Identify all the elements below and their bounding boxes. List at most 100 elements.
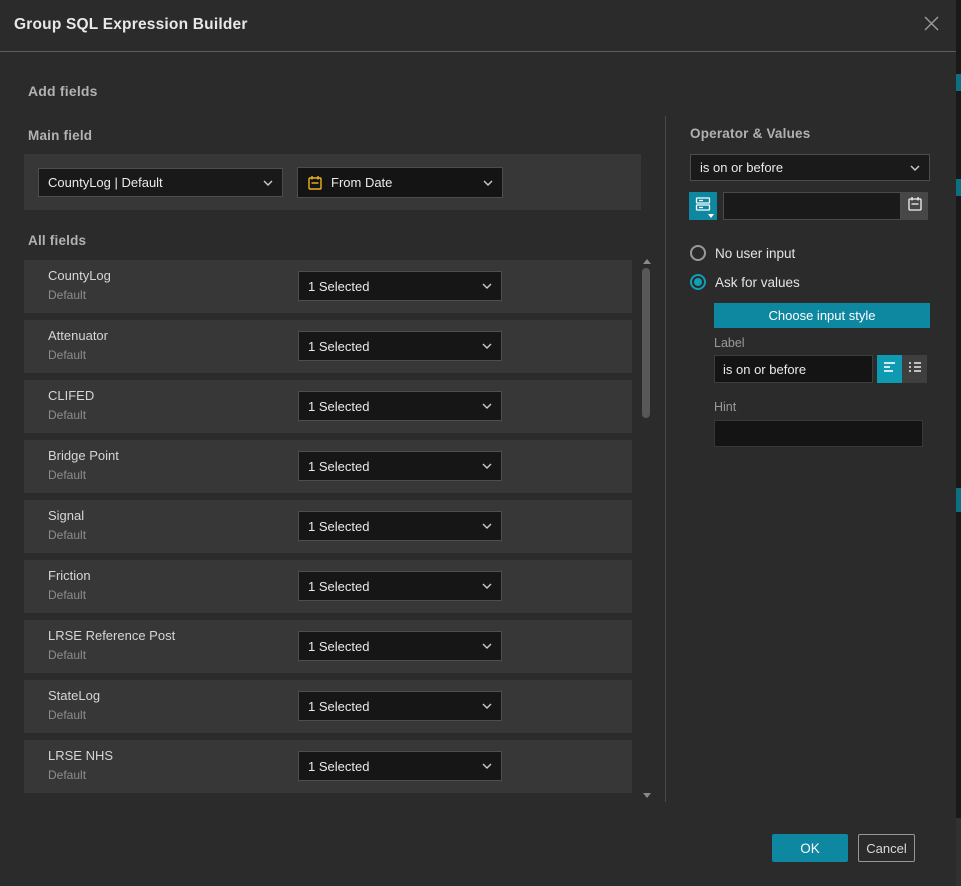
field-values-select-value: 1 Selected — [308, 399, 369, 414]
field-values-select-value: 1 Selected — [308, 699, 369, 714]
choose-input-style-button[interactable]: Choose input style — [714, 303, 930, 328]
radio-unselected-icon — [690, 245, 706, 261]
panel-divider — [665, 116, 666, 802]
field-source: Default — [48, 588, 86, 602]
main-layer-select[interactable]: CountyLog | Default — [38, 168, 283, 197]
sliver-accent — [956, 488, 961, 512]
field-name: LRSE Reference Post — [48, 628, 175, 643]
field-values-select-value: 1 Selected — [308, 579, 369, 594]
date-value-input[interactable] — [723, 192, 901, 220]
dialog: Group SQL Expression Builder Add fields … — [0, 0, 956, 886]
field-row: LRSE NHS Default 1 Selected — [24, 740, 632, 793]
all-fields-list: CountyLog Default 1 Selected Attenuator … — [24, 260, 632, 795]
field-values-select[interactable]: 1 Selected — [298, 391, 502, 421]
main-field-heading: Main field — [28, 128, 92, 143]
dialog-title: Group SQL Expression Builder — [14, 16, 248, 34]
bulleted-list-icon — [908, 360, 922, 379]
bulleted-list-style-button[interactable] — [902, 355, 927, 383]
close-button[interactable] — [919, 14, 943, 38]
background-app-sliver — [956, 0, 961, 886]
align-left-style-button[interactable] — [877, 355, 902, 383]
operator-select[interactable]: is on or before — [690, 154, 930, 181]
radio-no-user-input[interactable]: No user input — [690, 245, 795, 261]
scroll-up-arrow-icon[interactable] — [643, 259, 651, 264]
field-values-select-value: 1 Selected — [308, 519, 369, 534]
chevron-down-icon — [482, 523, 492, 529]
field-name: StateLog — [48, 688, 100, 703]
ok-button[interactable]: OK — [772, 834, 848, 862]
field-source: Default — [48, 648, 86, 662]
field-source: Default — [48, 288, 86, 302]
operator-select-value: is on or before — [700, 160, 783, 175]
field-row: LRSE Reference Post Default 1 Selected — [24, 620, 632, 673]
field-values-select[interactable]: 1 Selected — [298, 691, 502, 721]
field-name: Signal — [48, 508, 84, 523]
field-row: StateLog Default 1 Selected — [24, 680, 632, 733]
chevron-down-icon — [910, 165, 920, 171]
sliver-accent — [956, 74, 961, 91]
group-sql-expression-builder: Group SQL Expression Builder Add fields … — [0, 0, 961, 886]
chevron-down-icon — [482, 583, 492, 589]
sliver-accent — [956, 179, 961, 196]
chevron-down-icon — [482, 343, 492, 349]
radio-no-user-input-label: No user input — [715, 246, 795, 261]
chevron-down-icon — [482, 763, 492, 769]
field-name: LRSE NHS — [48, 748, 113, 763]
caret-down-icon — [708, 214, 714, 218]
sliver-panel — [956, 818, 961, 886]
label-input[interactable] — [714, 355, 873, 383]
main-layer-select-value: CountyLog | Default — [48, 175, 163, 190]
field-values-select[interactable]: 1 Selected — [298, 511, 502, 541]
field-name: CLIFED — [48, 388, 94, 403]
hint-input[interactable] — [714, 420, 923, 447]
chevron-down-icon — [482, 463, 492, 469]
calendar-date-icon — [307, 175, 323, 191]
align-left-icon — [883, 360, 897, 379]
field-source: Default — [48, 528, 86, 542]
field-values-select-value: 1 Selected — [308, 639, 369, 654]
main-field-select[interactable]: From Date — [297, 167, 503, 198]
radio-ask-for-values-label: Ask for values — [715, 275, 800, 290]
field-name: Attenuator — [48, 328, 108, 343]
field-values-select[interactable]: 1 Selected — [298, 631, 502, 661]
scroll-down-arrow-icon[interactable] — [643, 793, 651, 798]
field-row: Bridge Point Default 1 Selected — [24, 440, 632, 493]
field-name: Friction — [48, 568, 91, 583]
chevron-down-icon — [482, 703, 492, 709]
dialog-titlebar: Group SQL Expression Builder — [0, 0, 956, 52]
all-fields-heading: All fields — [28, 233, 86, 248]
field-values-select[interactable]: 1 Selected — [298, 331, 502, 361]
field-source: Default — [48, 408, 86, 422]
operator-values-heading: Operator & Values — [690, 126, 810, 141]
field-source: Default — [48, 348, 86, 362]
field-values-select-value: 1 Selected — [308, 339, 369, 354]
field-name: CountyLog — [48, 268, 111, 283]
field-values-select[interactable]: 1 Selected — [298, 571, 502, 601]
add-fields-heading: Add fields — [28, 83, 98, 99]
chevron-down-icon — [482, 403, 492, 409]
chevron-down-icon — [482, 643, 492, 649]
value-type-button[interactable] — [689, 192, 717, 220]
close-icon — [923, 15, 940, 37]
field-row: Attenuator Default 1 Selected — [24, 320, 632, 373]
field-values-select[interactable]: 1 Selected — [298, 271, 502, 301]
field-row: Signal Default 1 Selected — [24, 500, 632, 553]
chevron-down-icon — [482, 283, 492, 289]
label-caption: Label — [714, 336, 745, 350]
field-name: Bridge Point — [48, 448, 119, 463]
field-source: Default — [48, 708, 86, 722]
field-values-select[interactable]: 1 Selected — [298, 451, 502, 481]
hint-caption: Hint — [714, 400, 736, 414]
field-source: Default — [48, 468, 86, 482]
field-values-select-value: 1 Selected — [308, 459, 369, 474]
radio-ask-for-values[interactable]: Ask for values — [690, 274, 800, 290]
field-values-select-value: 1 Selected — [308, 759, 369, 774]
list-scrollbar[interactable] — [641, 257, 651, 802]
field-values-select[interactable]: 1 Selected — [298, 751, 502, 781]
cancel-button[interactable]: Cancel — [858, 834, 915, 862]
scrollbar-thumb[interactable] — [642, 268, 650, 418]
date-picker-button[interactable] — [901, 192, 928, 220]
main-field-select-value: From Date — [331, 175, 392, 190]
chevron-down-icon — [263, 180, 273, 186]
field-row: CLIFED Default 1 Selected — [24, 380, 632, 433]
